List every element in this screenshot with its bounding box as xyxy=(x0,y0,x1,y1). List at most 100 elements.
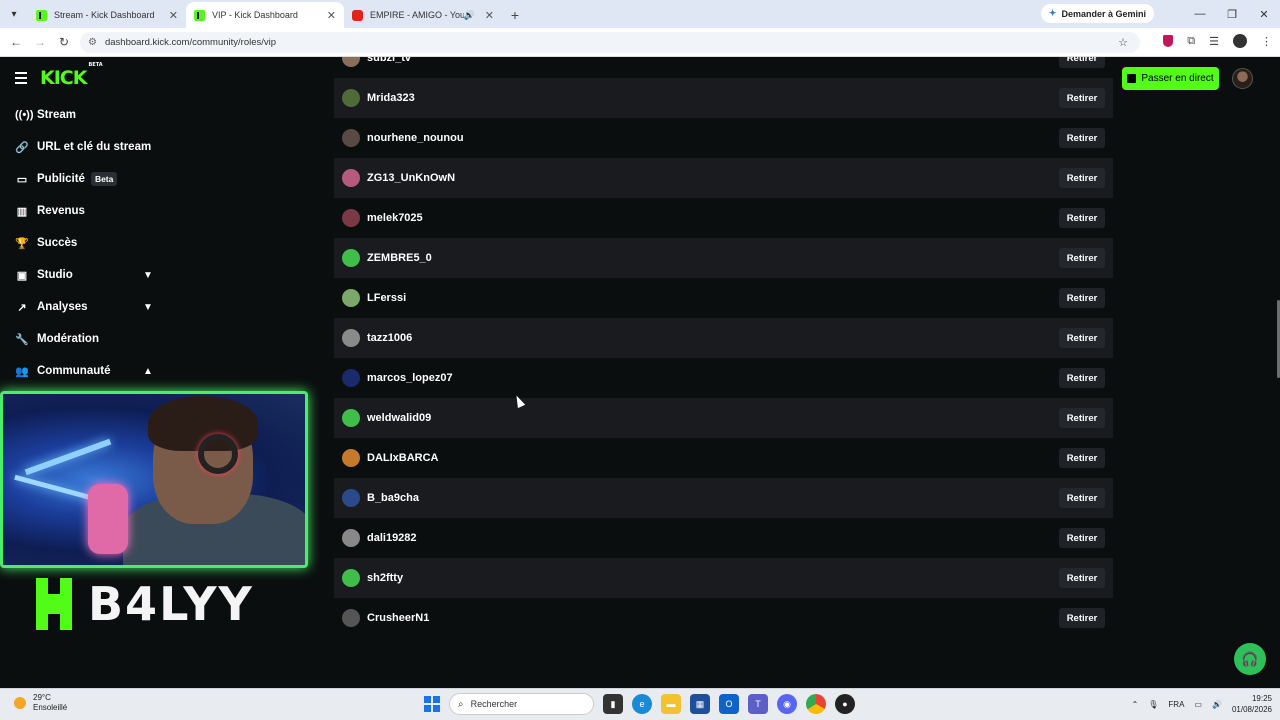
task-view-icon[interactable]: ▮ xyxy=(603,694,623,714)
minimize-icon[interactable]: — xyxy=(1184,0,1216,28)
sidebar-item-achievements[interactable]: 🏆 Succès xyxy=(0,227,170,259)
remove-vip-button[interactable]: Retirer xyxy=(1059,168,1105,188)
user-avatar xyxy=(342,449,360,467)
vip-username: weldwalid09 xyxy=(367,412,432,424)
close-icon[interactable]: ✕ xyxy=(327,9,336,22)
back-icon[interactable]: ← xyxy=(4,35,28,49)
kick-dashboard: KICKBETA Passer en direct ((•)) Stream 🔗 U… xyxy=(0,57,1280,688)
sidebar-item-url-key[interactable]: 🔗 URL et clé du stream xyxy=(0,131,170,163)
edge-icon[interactable]: e xyxy=(632,694,652,714)
outlook-icon[interactable]: O xyxy=(719,694,739,714)
remove-vip-button[interactable]: Retirer xyxy=(1059,208,1105,228)
profile-avatar[interactable] xyxy=(1233,34,1247,48)
shield-extension-icon[interactable] xyxy=(1163,35,1174,47)
kick-logo[interactable]: KICKBETA xyxy=(40,62,103,89)
address-bar-row: ← → ↻ ⚙ dashboard.kick.com/community/rol… xyxy=(0,28,1280,57)
hamburger-menu-icon[interactable] xyxy=(15,72,27,87)
wrench-icon: 🔧 xyxy=(15,333,29,346)
user-avatar xyxy=(342,489,360,507)
streamer-name: B4LYY xyxy=(88,577,254,631)
sidebar-item-ads[interactable]: ▭ Publicité Beta xyxy=(0,163,170,195)
tab-search-chevron-icon[interactable]: ▾ xyxy=(0,0,28,28)
remove-vip-button[interactable]: Retirer xyxy=(1059,528,1105,548)
sidebar-item-label: Stream xyxy=(37,109,76,121)
remove-vip-button[interactable]: Retirer xyxy=(1059,57,1105,68)
support-chat-button[interactable]: 🎧 xyxy=(1234,643,1266,675)
windows-taskbar: 29°C Ensoleillé ⌕ Rechercher ▮ e ▬ ▦ O T… xyxy=(0,688,1280,720)
remove-vip-button[interactable]: Retirer xyxy=(1059,488,1105,508)
vip-username: CrusheerN1 xyxy=(367,612,430,624)
teams-icon[interactable]: T xyxy=(748,694,768,714)
reading-list-icon[interactable]: ☰ xyxy=(1209,35,1219,48)
gemini-button[interactable]: ✦ Demander à Gemini xyxy=(1040,4,1154,23)
sidebar-item-analytics[interactable]: ↗ Analyses ▼ xyxy=(0,291,170,323)
clock[interactable]: 19:25 01/08/2026 xyxy=(1232,693,1272,715)
site-info-icon[interactable]: ⚙ xyxy=(88,37,97,48)
time: 19:25 xyxy=(1251,694,1272,703)
reload-icon[interactable]: ↻ xyxy=(52,35,76,49)
user-avatar[interactable] xyxy=(1232,68,1253,89)
sidebar-item-stream[interactable]: ((•)) Stream xyxy=(0,99,170,131)
close-window-icon[interactable]: ✕ xyxy=(1248,0,1280,28)
search-icon: ⌕ xyxy=(458,698,464,710)
remove-vip-button[interactable]: Retirer xyxy=(1059,328,1105,348)
remove-vip-button[interactable]: Retirer xyxy=(1059,408,1105,428)
remove-vip-button[interactable]: Retirer xyxy=(1059,568,1105,588)
tray-chevron-up-icon[interactable]: ⌃ xyxy=(1132,700,1139,709)
taskbar-search-input[interactable]: ⌕ Rechercher xyxy=(449,693,594,715)
network-icon[interactable]: ▭ xyxy=(1194,700,1202,709)
date: 01/08/2026 xyxy=(1231,705,1272,714)
new-tab-button[interactable]: + xyxy=(502,2,528,28)
kick-icon xyxy=(1127,74,1137,83)
tab-vip-dashboard[interactable]: VIP - Kick Dashboard ✕ xyxy=(186,2,344,28)
sidebar-item-label: Publicité xyxy=(37,173,85,185)
language-indicator[interactable]: FRA xyxy=(1168,700,1184,709)
tab-stream-dashboard[interactable]: Stream - Kick Dashboard ✕ xyxy=(28,2,186,28)
remove-vip-button[interactable]: Retirer xyxy=(1059,248,1105,268)
restore-icon[interactable]: ❐ xyxy=(1216,0,1248,28)
sidebar-item-moderation[interactable]: 🔧 Modération xyxy=(0,323,170,355)
discord-icon[interactable]: ◉ xyxy=(777,694,797,714)
extensions-puzzle-icon[interactable]: ⧉ xyxy=(1187,35,1195,48)
audio-icon[interactable]: 🔊 xyxy=(464,10,475,21)
microphone-tray-icon[interactable]: 🎙 xyxy=(1148,700,1158,709)
tab-title: EMPIRE - AMIGO - YouTube xyxy=(370,10,464,20)
user-avatar xyxy=(342,209,360,227)
user-avatar xyxy=(342,249,360,267)
remove-vip-button[interactable]: Retirer xyxy=(1059,608,1105,628)
vip-row: DALIxBARCA Retirer xyxy=(334,438,1113,478)
microphone-icon xyxy=(88,484,128,554)
vip-row: weldwalid09 Retirer xyxy=(334,398,1113,438)
go-live-label: Passer en direct xyxy=(1141,73,1214,84)
sidebar-item-community[interactable]: 👥 Communauté ▲ xyxy=(0,355,170,387)
vip-list: subzi_tv Retirer Mrida323 Retirer nourhene_n… xyxy=(334,57,1113,638)
forward-icon[interactable]: → xyxy=(28,35,52,49)
close-icon[interactable]: ✕ xyxy=(485,9,494,22)
kebab-menu-icon[interactable]: ⋮ xyxy=(1261,35,1272,48)
sidebar-item-studio[interactable]: ▣ Studio ▼ xyxy=(0,259,170,291)
vip-row: LFerssi Retirer xyxy=(334,278,1113,318)
obs-icon[interactable]: ● xyxy=(835,694,855,714)
remove-vip-button[interactable]: Retirer xyxy=(1059,88,1105,108)
vip-row: nourhene_nounou Retirer xyxy=(334,118,1113,158)
remove-vip-button[interactable]: Retirer xyxy=(1059,448,1105,468)
go-live-button[interactable]: Passer en direct xyxy=(1122,67,1219,90)
vip-row: CrusheerN1 Retirer xyxy=(334,598,1113,638)
volume-icon[interactable]: 🔊 xyxy=(1212,700,1222,709)
chrome-icon[interactable] xyxy=(806,694,826,714)
remove-vip-button[interactable]: Retirer xyxy=(1059,128,1105,148)
sidebar-item-revenue[interactable]: ▥ Revenus xyxy=(0,195,170,227)
weather-widget[interactable]: 29°C Ensoleillé xyxy=(14,693,67,713)
file-explorer-icon[interactable]: ▬ xyxy=(661,694,681,714)
bookmark-star-icon[interactable]: ☆ xyxy=(1118,36,1128,49)
store-icon[interactable]: ▦ xyxy=(690,694,710,714)
remove-vip-button[interactable]: Retirer xyxy=(1059,288,1105,308)
url-field[interactable]: ⚙ dashboard.kick.com/community/roles/vip… xyxy=(80,32,1140,53)
close-icon[interactable]: ✕ xyxy=(169,9,178,22)
windows-start-icon[interactable] xyxy=(424,696,440,712)
vip-row: melek7025 Retirer xyxy=(334,198,1113,238)
tab-youtube[interactable]: EMPIRE - AMIGO - YouTube 🔊 ✕ xyxy=(344,2,502,28)
remove-vip-button[interactable]: Retirer xyxy=(1059,368,1105,388)
search-placeholder: Rechercher xyxy=(470,699,518,709)
kick-icon xyxy=(194,9,205,21)
